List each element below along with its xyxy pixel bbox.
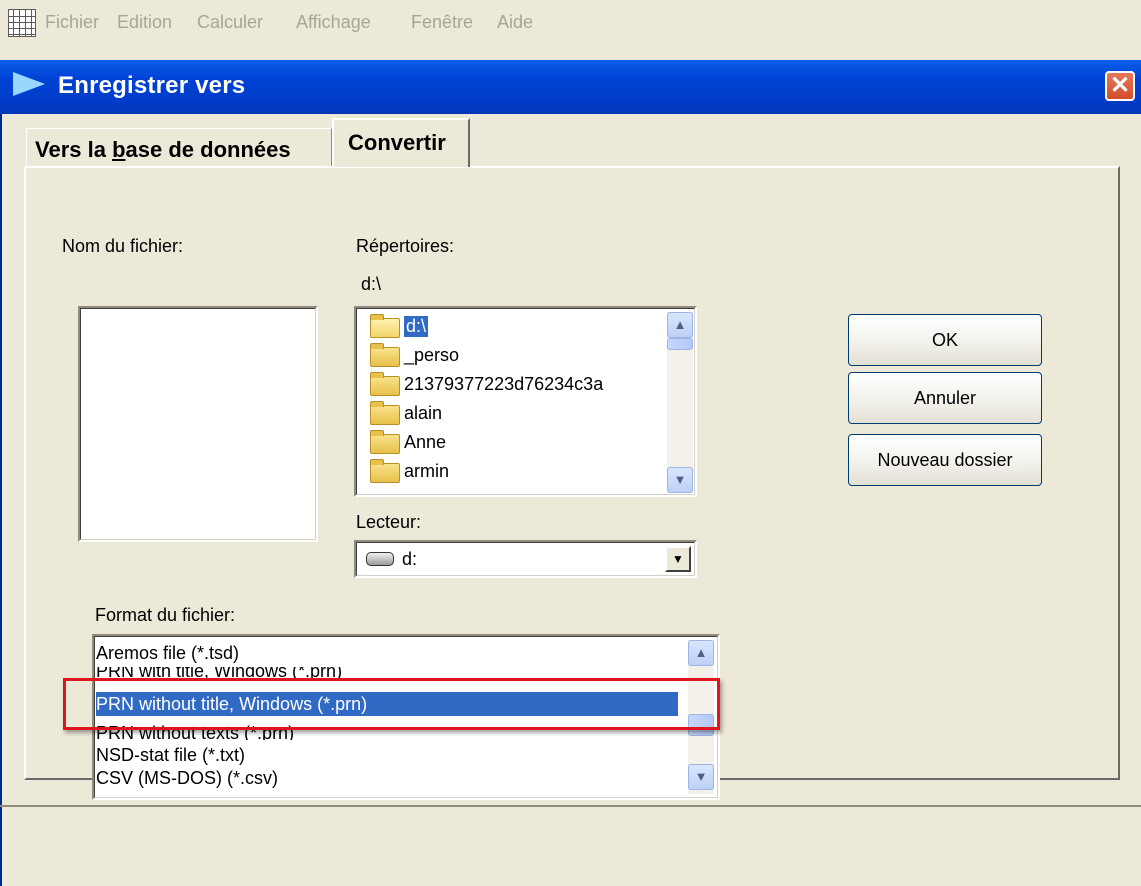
folder-icon <box>370 314 400 338</box>
dialog-title: Enregistrer vers <box>58 72 246 99</box>
tab-base-label-pre: Vers la <box>35 137 113 162</box>
directories-list[interactable]: d:\ _perso 21379377223d76234c3a alain An… <box>354 306 697 497</box>
new-folder-button[interactable]: Nouveau dossier <box>848 434 1042 486</box>
directory-item-label: 21379377223d76234c3a <box>404 374 604 394</box>
highlight-annotation <box>63 678 720 730</box>
folder-icon <box>370 430 400 454</box>
drive-label: Lecteur: <box>356 512 422 532</box>
chevron-down-icon[interactable]: ▼ <box>665 546 691 572</box>
grid-icon[interactable] <box>8 9 36 37</box>
menu-affichage[interactable]: Affichage <box>296 12 371 33</box>
tab-base-label-post: ase de données <box>125 137 291 162</box>
file-format-label: Format du fichier: <box>95 605 236 625</box>
folder-icon <box>370 372 400 396</box>
directories-scroll-thumb[interactable] <box>667 338 693 350</box>
file-format-option[interactable]: CSV (MS-DOS) (*.csv) <box>96 768 278 789</box>
directory-item-label: d:\ <box>404 316 429 337</box>
app-menubar: Fichier Edition Calculer Affichage Fenêt… <box>0 0 1141 48</box>
folder-icon <box>370 343 400 367</box>
directory-item-label: Anne <box>404 432 447 452</box>
drive-select[interactable]: d: ▼ <box>354 540 697 578</box>
cancel-button[interactable]: Annuler <box>848 372 1042 424</box>
directories-label: Répertoires: <box>356 236 455 256</box>
chevron-up-icon[interactable]: ▲ <box>667 312 693 338</box>
menu-fenetre[interactable]: Fenêtre <box>411 12 473 33</box>
menu-calculer[interactable]: Calculer <box>197 12 263 33</box>
folder-icon <box>370 401 400 425</box>
tab-vers-la-base-de-donnees[interactable]: Vers la base de données <box>26 128 332 166</box>
arrow-icon <box>13 72 45 96</box>
drive-icon <box>366 552 394 566</box>
tab-convertir-label: Convertir <box>348 130 446 155</box>
tab-base-label-accel: b <box>112 137 126 162</box>
folder-icon <box>370 459 400 483</box>
directory-item-label: _perso <box>404 345 460 365</box>
window-border <box>0 114 2 886</box>
chevron-up-icon[interactable]: ▲ <box>688 640 714 666</box>
menu-edition[interactable]: Edition <box>117 12 172 33</box>
file-format-option[interactable]: Aremos file (*.tsd) <box>96 643 239 664</box>
status-separator <box>0 805 1141 807</box>
chevron-down-icon[interactable]: ▼ <box>667 467 693 493</box>
drive-value: d: <box>402 549 418 569</box>
ok-button[interactable]: OK <box>848 314 1042 366</box>
dialog-titlebar[interactable]: Enregistrer vers ✕ <box>0 60 1141 114</box>
filename-label: Nom du fichier: <box>62 236 184 256</box>
menu-aide[interactable]: Aide <box>497 12 533 33</box>
close-button[interactable]: ✕ <box>1105 71 1135 101</box>
current-path: d:\ <box>361 274 382 294</box>
directory-item-label: alain <box>404 403 443 423</box>
file-format-option[interactable]: NSD-stat file (*.txt) <box>96 745 245 766</box>
directory-item-label: armin <box>404 461 450 481</box>
filename-list[interactable] <box>78 306 318 542</box>
chevron-down-icon[interactable]: ▼ <box>688 764 714 790</box>
tab-convertir[interactable]: Convertir <box>332 118 470 167</box>
menu-fichier[interactable]: Fichier <box>45 12 99 33</box>
